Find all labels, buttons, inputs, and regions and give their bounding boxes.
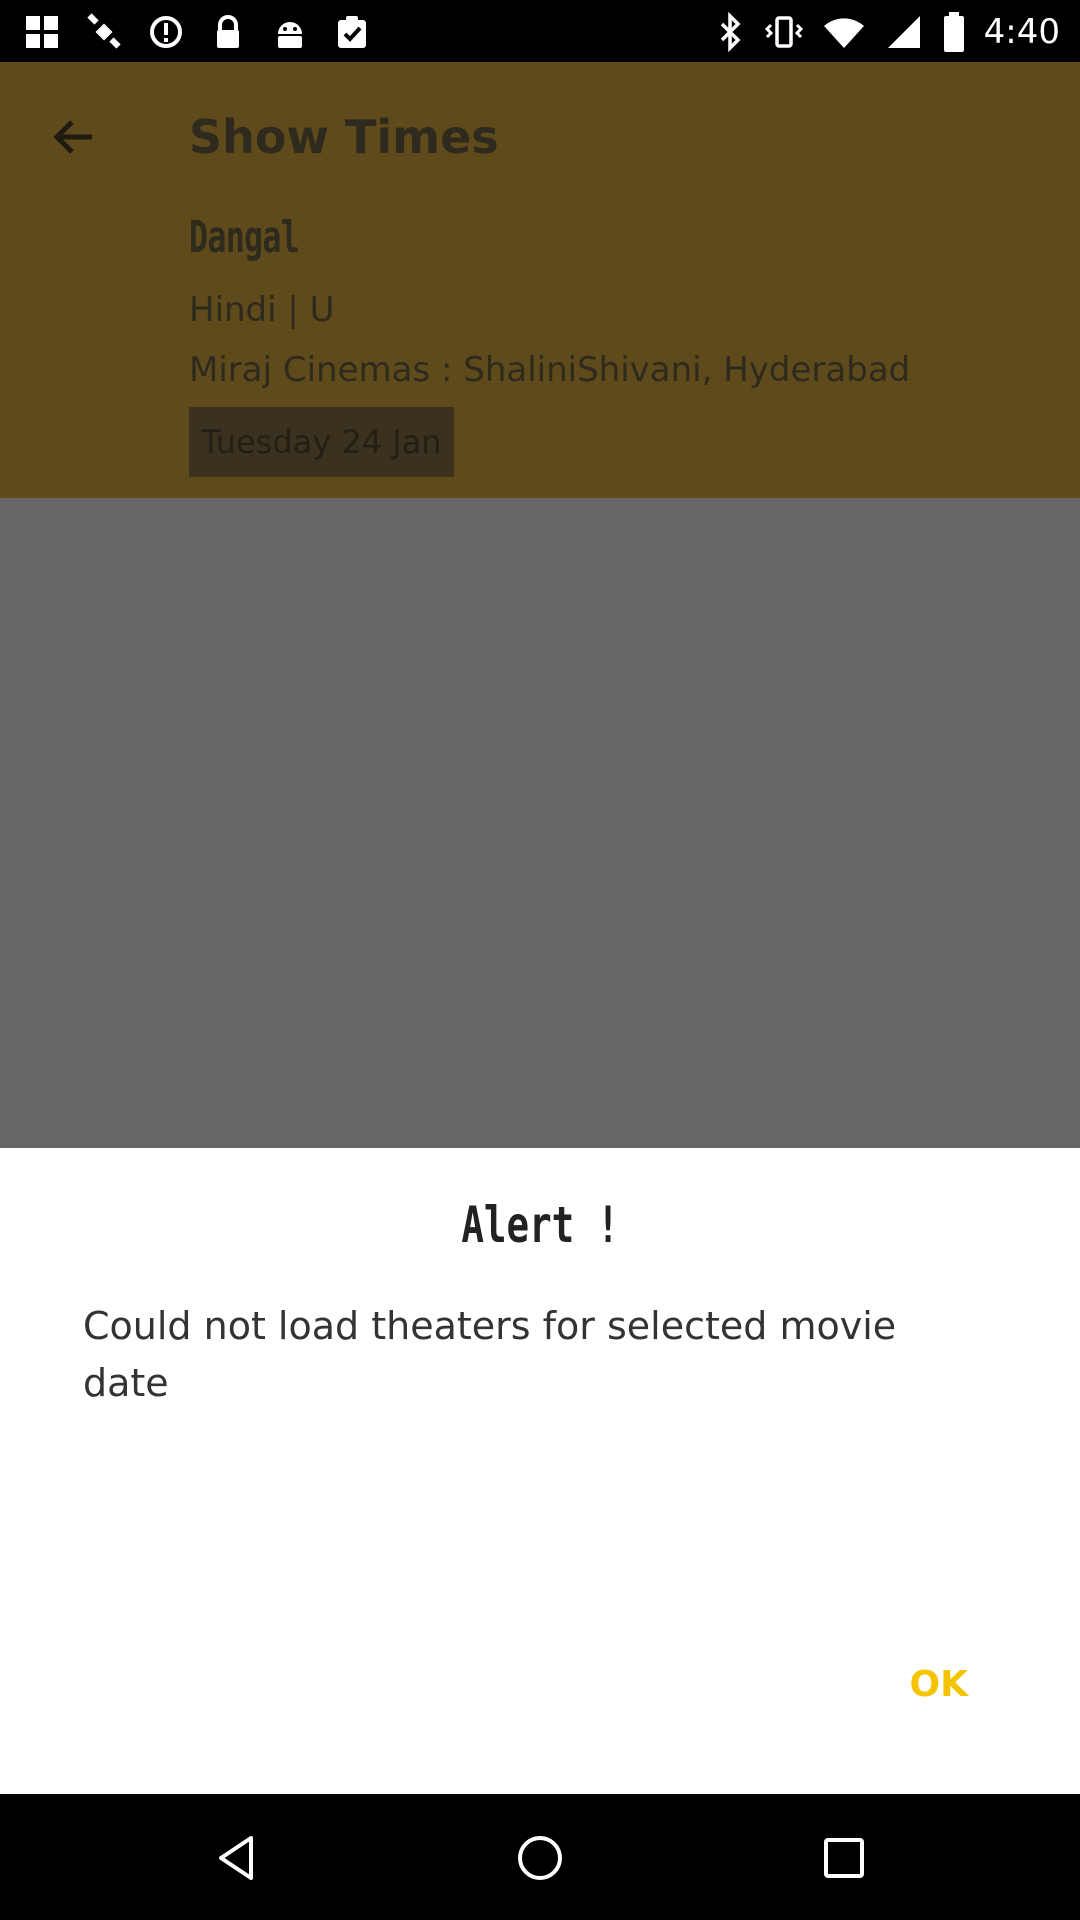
dialog-message: Could not load theaters for selected mov… xyxy=(83,1304,897,1405)
wifi-icon xyxy=(823,18,864,48)
movie-name: Dangal xyxy=(189,212,300,263)
satellite-icon xyxy=(87,13,121,49)
android-icon xyxy=(278,22,302,48)
navigation-bar xyxy=(0,1794,1080,1920)
status-bar: 4:40 xyxy=(0,0,1080,62)
dialog-title-text: Alert ! xyxy=(460,1196,620,1254)
clipboard-check-icon xyxy=(338,16,366,48)
ok-button[interactable]: OK xyxy=(910,1664,969,1705)
nav-recent-apps-icon[interactable] xyxy=(818,1832,870,1884)
screen: 4:40 Show Times Dangal Hindi | U Miraj C… xyxy=(0,0,1080,1920)
status-time: 4:40 xyxy=(983,12,1060,52)
page-title: Show Times xyxy=(189,110,499,164)
signal-icon xyxy=(887,16,920,48)
date-chip[interactable]: Tuesday 24 Jan xyxy=(189,407,454,477)
movie-language-rating: Hindi | U xyxy=(189,290,335,330)
sync-icon xyxy=(150,16,182,48)
vibrate-icon xyxy=(764,16,803,48)
nav-back-icon[interactable] xyxy=(211,1832,263,1884)
dim-overlay xyxy=(0,498,1080,1148)
status-icons-left xyxy=(22,12,372,52)
fake-gps-icon xyxy=(26,16,58,48)
cinema-name: Miraj Cinemas : ShaliniShivani, Hyderaba… xyxy=(189,350,911,390)
battery-icon xyxy=(943,12,964,52)
bluetooth-icon xyxy=(720,12,741,52)
lock-icon xyxy=(217,15,239,48)
alert-dialog: Alert ! Could not load theaters for sele… xyxy=(0,1148,1080,1794)
show-times-header: Show Times Dangal Hindi | U Miraj Cinema… xyxy=(0,62,1080,498)
status-icons-right: 4:40 xyxy=(716,10,1060,54)
dialog-title: Alert ! xyxy=(0,1196,1080,1254)
back-arrow-icon[interactable] xyxy=(48,112,98,162)
nav-home-icon[interactable] xyxy=(514,1832,566,1884)
